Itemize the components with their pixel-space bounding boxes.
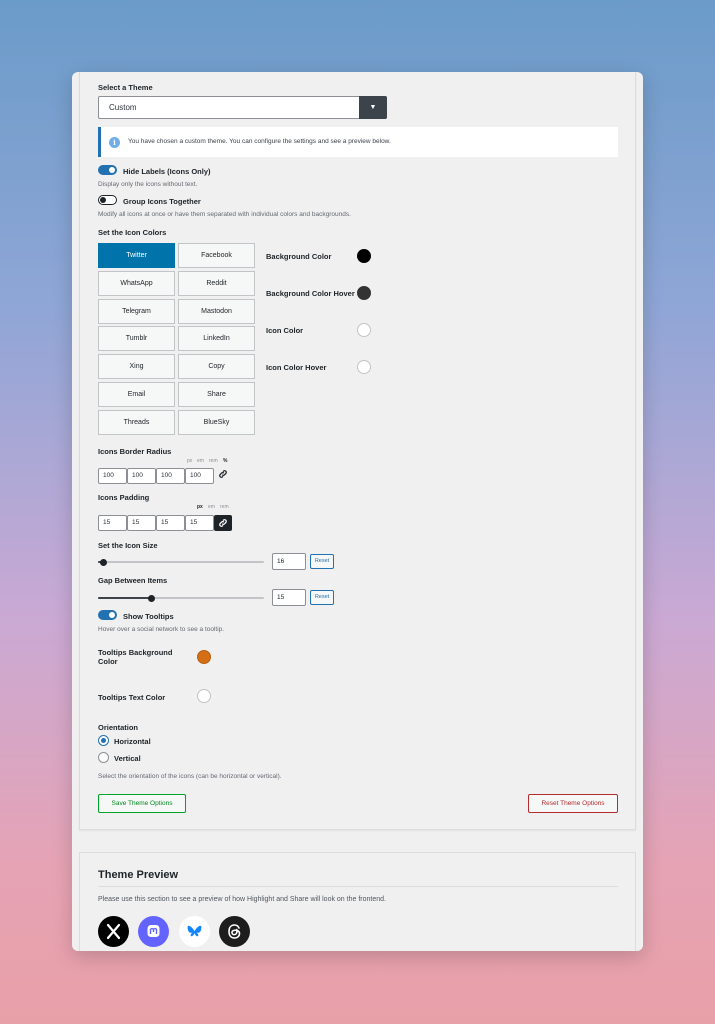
radio-dot [101, 738, 106, 743]
show-tooltips-desc: Hover over a social network to see a too… [98, 626, 225, 633]
tooltip-bg-color-swatch[interactable] [197, 650, 211, 664]
border-radius-label: Icons Border Radius [98, 447, 172, 456]
toggle-knob [100, 197, 106, 203]
icon-size-label: Set the Icon Size [98, 541, 158, 550]
preview-divider [98, 886, 618, 887]
unit-rem[interactable]: rem [209, 458, 218, 464]
network-tile-threads[interactable]: Threads [98, 410, 175, 435]
unit-em[interactable]: em [208, 504, 215, 510]
slider-fill [98, 597, 151, 599]
caret-down-icon[interactable]: ▼ [359, 96, 387, 119]
tooltip-bg-color-label: Tooltips Background Color [98, 648, 173, 666]
icon-color-swatch[interactable] [357, 323, 371, 337]
hide-labels-desc: Display only the icons without text. [98, 181, 198, 188]
bg-hover-color-label: Background Color Hover [266, 289, 355, 298]
bg-color-swatch[interactable] [357, 249, 371, 263]
icon-color-label: Icon Color [266, 326, 304, 335]
padding-right-input[interactable]: 15 [127, 515, 156, 531]
network-tile-linkedin[interactable]: LinkedIn [178, 326, 255, 351]
notice-text: You have chosen a custom theme. You can … [128, 138, 391, 145]
orientation-horizontal-radio[interactable] [98, 735, 109, 746]
unit-px[interactable]: px [197, 504, 203, 510]
unit-percent[interactable]: % [223, 458, 227, 464]
unit-em[interactable]: em [197, 458, 204, 464]
radius-bottom-right-input[interactable]: 100 [156, 468, 185, 484]
preview-title: Theme Preview [98, 869, 179, 881]
orientation-vertical-radio[interactable] [98, 752, 109, 763]
toggle-knob [109, 612, 115, 618]
icon-hover-color-label: Icon Color Hover [266, 363, 327, 372]
orientation-horizontal-label: Horizontal [114, 737, 151, 746]
gap-label: Gap Between Items [98, 576, 168, 585]
threads-icon[interactable] [219, 916, 250, 947]
hide-labels-label: Hide Labels (Icons Only) [123, 167, 211, 176]
group-icons-label: Group Icons Together [123, 197, 201, 206]
network-tile-tumblr[interactable]: Tumblr [98, 326, 175, 351]
x-icon[interactable] [98, 916, 129, 947]
slider-thumb[interactable] [100, 558, 107, 566]
network-tile-copy[interactable]: Copy [178, 354, 255, 379]
padding-label: Icons Padding [98, 493, 150, 502]
save-theme-options-button[interactable]: Save Theme Options [98, 794, 186, 813]
network-tile-reddit[interactable]: Reddit [178, 271, 255, 296]
theme-preview-panel: Theme Preview Please use this section to… [79, 852, 636, 951]
custom-theme-notice: i You have chosen a custom theme. You ca… [98, 127, 618, 157]
network-tile-mastodon[interactable]: Mastodon [178, 299, 255, 324]
padding-bottom-input[interactable]: 15 [156, 515, 185, 531]
show-tooltips-toggle[interactable] [98, 610, 117, 620]
network-tile-share[interactable]: Share [178, 382, 255, 407]
hide-labels-toggle[interactable] [98, 165, 117, 175]
network-tile-twitter[interactable]: Twitter [98, 243, 175, 268]
show-tooltips-label: Show Tooltips [123, 612, 174, 621]
icon-size-input[interactable]: 16 [272, 553, 306, 570]
theme-select-value: Custom [109, 103, 137, 112]
preview-desc: Please use this section to see a preview… [98, 896, 386, 903]
gap-reset-button[interactable]: Reset [310, 590, 334, 605]
gap-slider[interactable] [98, 594, 264, 602]
info-icon: i [109, 136, 120, 148]
bluesky-icon[interactable] [179, 916, 210, 947]
group-icons-toggle[interactable] [98, 195, 117, 205]
gap-input[interactable]: 15 [272, 589, 306, 606]
theme-options-panel: Select a Theme Custom ▼ i You have chose… [79, 72, 636, 830]
unit-px[interactable]: px [187, 458, 192, 464]
link-icon[interactable] [214, 515, 232, 531]
orientation-desc: Select the orientation of the icons (can… [98, 773, 282, 780]
bg-hover-color-swatch[interactable] [357, 286, 371, 300]
icon-size-slider[interactable] [98, 558, 264, 566]
network-tile-xing[interactable]: Xing [98, 354, 175, 379]
icon-colors-label: Set the Icon Colors [98, 228, 167, 237]
padding-top-input[interactable]: 15 [98, 515, 127, 531]
network-tile-facebook[interactable]: Facebook [178, 243, 255, 268]
orientation-label: Orientation [98, 723, 139, 732]
radius-top-left-input[interactable]: 100 [98, 468, 127, 484]
padding-left-input[interactable]: 15 [185, 515, 214, 531]
network-tile-email[interactable]: Email [98, 382, 175, 407]
network-tile-telegram[interactable]: Telegram [98, 299, 175, 324]
slider-thumb[interactable] [148, 594, 155, 602]
settings-window: Select a Theme Custom ▼ i You have chose… [72, 72, 643, 951]
tooltip-text-color-swatch[interactable] [197, 689, 211, 703]
radius-bottom-left-input[interactable]: 100 [185, 468, 214, 484]
icon-size-reset-button[interactable]: Reset [310, 554, 334, 569]
icon-hover-color-swatch[interactable] [357, 360, 371, 374]
reset-theme-options-button[interactable]: Reset Theme Options [528, 794, 618, 813]
orientation-vertical-label: Vertical [114, 754, 141, 763]
theme-select-label: Select a Theme [98, 83, 153, 92]
radius-top-right-input[interactable]: 100 [127, 468, 156, 484]
mastodon-icon[interactable] [138, 916, 169, 947]
tooltip-text-color-label: Tooltips Text Color [98, 693, 166, 702]
bg-color-label: Background Color [266, 252, 332, 261]
network-tile-bluesky[interactable]: BlueSky [178, 410, 255, 435]
link-icon[interactable] [214, 468, 232, 484]
network-tile-whatsapp[interactable]: WhatsApp [98, 271, 175, 296]
group-icons-desc: Modify all icons at once or have them se… [98, 211, 351, 218]
theme-select[interactable]: Custom ▼ [98, 96, 387, 119]
toggle-knob [109, 167, 115, 173]
unit-rem[interactable]: rem [220, 504, 229, 510]
